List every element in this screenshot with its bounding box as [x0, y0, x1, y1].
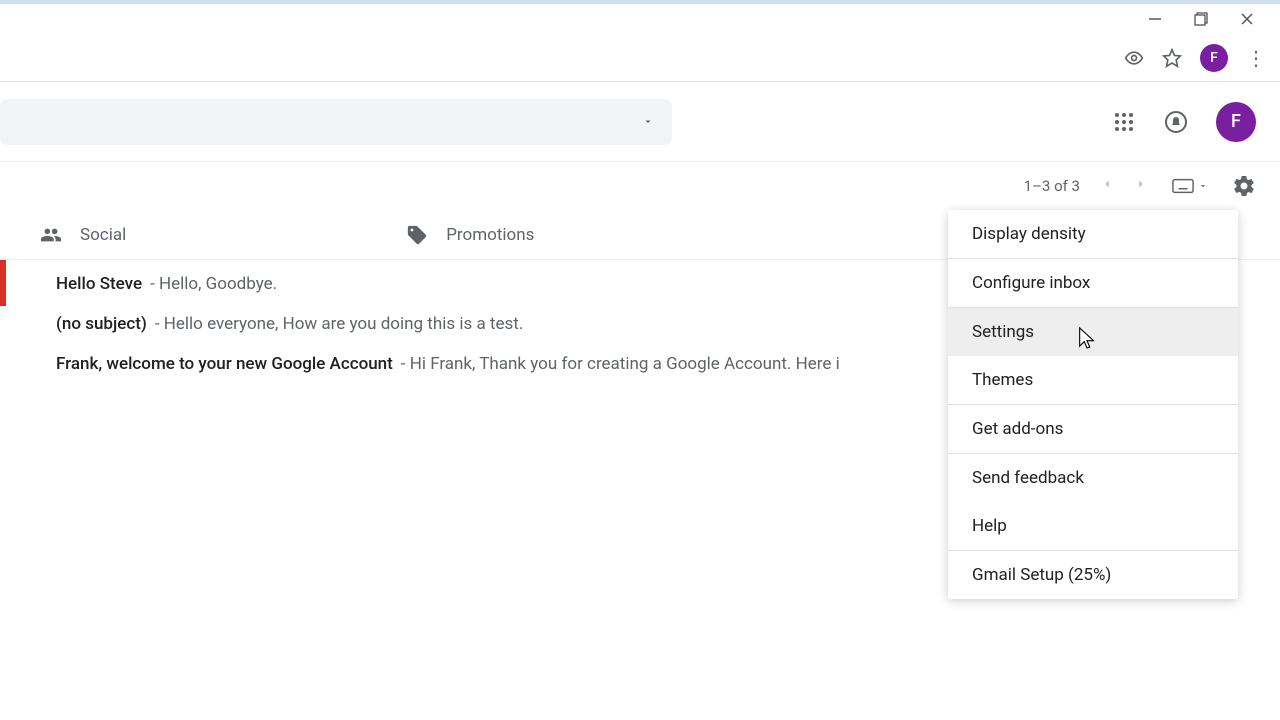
minimize-button[interactable] [1132, 4, 1178, 34]
search-options-caret-icon[interactable] [642, 112, 654, 131]
menu-send-feedback[interactable]: Send feedback [948, 454, 1238, 502]
message-subject: Frank, welcome to your new Google Accoun… [56, 354, 393, 374]
menu-get-addons[interactable]: Get add-ons [948, 405, 1238, 453]
menu-help[interactable]: Help [948, 502, 1238, 550]
message-snippet: - Hello everyone, How are you doing this… [155, 314, 523, 334]
account-avatar[interactable]: F [1216, 102, 1256, 142]
next-page-button[interactable] [1134, 177, 1148, 195]
tab-promotions-label: Promotions [446, 225, 534, 245]
close-button[interactable] [1224, 4, 1270, 34]
menu-configure-inbox[interactable]: Configure inbox [948, 259, 1238, 307]
message-snippet: - Hello, Goodbye. [150, 274, 277, 294]
tab-promotions[interactable]: Promotions [406, 224, 534, 246]
menu-display-density[interactable]: Display density [948, 210, 1238, 258]
maximize-button[interactable] [1178, 4, 1224, 34]
settings-gear-icon[interactable] [1232, 174, 1256, 198]
search-input[interactable] [0, 99, 672, 145]
mail-toolbar: 1–3 of 3 [0, 162, 1280, 210]
chrome-menu-icon[interactable]: ⋮ [1246, 46, 1266, 70]
notifications-bell-icon[interactable] [1164, 110, 1188, 134]
menu-gmail-setup[interactable]: Gmail Setup (25%) [948, 551, 1238, 599]
menu-themes[interactable]: Themes [948, 356, 1238, 404]
window-titlebar [0, 0, 1280, 34]
message-snippet: - Hi Frank, Thank you for creating a Goo… [401, 354, 840, 374]
primary-tab-indicator [0, 260, 6, 306]
apps-grid-icon[interactable] [1112, 110, 1136, 134]
eye-icon[interactable] [1124, 48, 1144, 68]
page-indicator: 1–3 of 3 [1024, 177, 1080, 195]
pagination: 1–3 of 3 [1024, 177, 1148, 195]
browser-profile-avatar[interactable]: F [1200, 44, 1228, 72]
prev-page-button[interactable] [1100, 177, 1114, 195]
gmail-header: F [0, 82, 1280, 162]
message-subject: Hello Steve [56, 274, 142, 294]
browser-toolbar: F ⋮ [0, 34, 1280, 82]
menu-settings[interactable]: Settings [948, 308, 1238, 356]
input-tools-button[interactable] [1172, 178, 1208, 194]
settings-menu: Display density Configure inbox Settings… [948, 210, 1238, 599]
tab-social-label: Social [80, 225, 126, 245]
message-subject: (no subject) [56, 314, 147, 334]
tab-social[interactable]: Social [40, 224, 126, 246]
star-icon[interactable] [1162, 48, 1182, 68]
